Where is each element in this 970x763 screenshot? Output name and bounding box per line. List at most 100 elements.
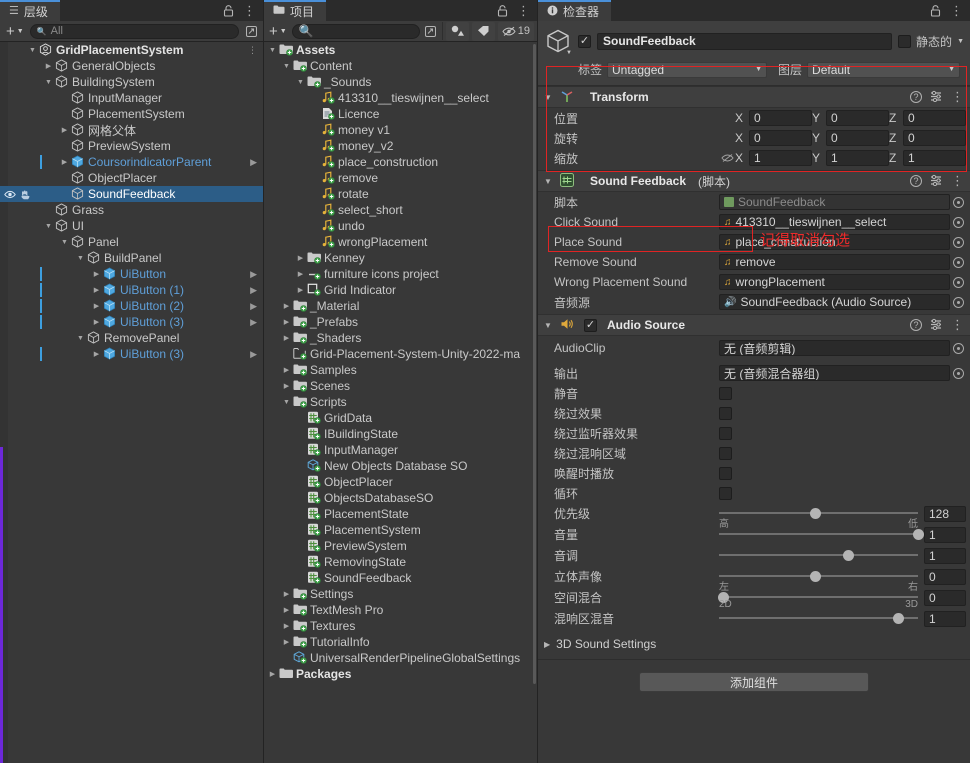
preset-icon[interactable]	[930, 174, 943, 189]
add-component-button[interactable]: 添加组件	[639, 672, 869, 692]
twisty-toggle[interactable]: ▶	[280, 302, 293, 310]
hierarchy-item-uibutton-3[interactable]: ▶ UiButton (3) ▶	[0, 346, 263, 362]
lock-icon[interactable]	[497, 4, 508, 17]
sound-field-value[interactable]: ♫ wrongPlacement	[719, 274, 950, 290]
twisty-toggle[interactable]: ▶	[58, 158, 71, 166]
audio-checkbox-循环[interactable]	[719, 486, 732, 500]
hierarchy-menu-icon[interactable]: ⋮	[243, 4, 256, 17]
twisty-toggle[interactable]: ▶	[280, 318, 293, 326]
project-item-413310-tieswijnen-select[interactable]: 413310__tieswijnen__select	[264, 90, 537, 106]
slider-value-input[interactable]: 1	[924, 547, 966, 564]
audio-source-enabled-checkbox[interactable]	[584, 318, 597, 332]
tab-inspector[interactable]: 检查器	[538, 0, 612, 21]
transform-旋转-Y-input[interactable]: 0	[826, 130, 889, 146]
chevron-right-icon[interactable]: ▶	[250, 157, 257, 168]
slider-音调[interactable]	[719, 545, 918, 566]
uniform-scale-icon[interactable]	[719, 153, 735, 163]
twisty-toggle[interactable]: ▶	[90, 318, 103, 326]
project-item-tutorialinfo[interactable]: ▶ TutorialInfo	[264, 634, 537, 650]
slider-音量[interactable]	[719, 524, 924, 545]
chevron-down-icon[interactable]: ▼	[544, 93, 554, 102]
project-item-textmesh-pro[interactable]: ▶ TextMesh Pro	[264, 602, 537, 618]
slider-value-input[interactable]: 1	[924, 610, 966, 627]
slider-knob[interactable]	[893, 613, 905, 624]
hierarchy-item-uibutton-2[interactable]: ▶ UiButton (2) ▶	[0, 298, 263, 314]
twisty-toggle[interactable]: ▶	[266, 670, 279, 678]
project-item-wrongplacement[interactable]: wrongPlacement	[264, 234, 537, 250]
twisty-toggle[interactable]: ▶	[280, 334, 293, 342]
chevron-down-icon[interactable]: ▼	[957, 38, 964, 45]
project-search-mode-button[interactable]	[423, 24, 439, 39]
hierarchy-item-grass[interactable]: Grass	[0, 202, 263, 218]
hierarchy-item-uibutton[interactable]: ▶ UiButton ▶	[0, 266, 263, 282]
project-item-textures[interactable]: ▶ Textures	[264, 618, 537, 634]
lock-icon[interactable]	[930, 4, 941, 17]
create-object-button[interactable]: + ▼	[4, 24, 26, 39]
project-item-furniture-icons-project[interactable]: ▶ furniture icons project	[264, 266, 537, 282]
transform-menu-icon[interactable]: ⋮	[951, 90, 964, 103]
chevron-right-icon[interactable]: ▶	[250, 285, 257, 296]
twisty-toggle[interactable]: ▼	[42, 79, 55, 86]
lock-icon[interactable]	[223, 4, 234, 17]
help-icon[interactable]: ?	[910, 91, 922, 103]
filter-by-type-button[interactable]	[445, 21, 469, 41]
project-item-shaders[interactable]: ▶ _Shaders	[264, 330, 537, 346]
transform-位置-Z-input[interactable]: 0	[903, 110, 966, 126]
twisty-toggle[interactable]: ▶	[280, 382, 293, 390]
preset-icon[interactable]	[930, 318, 943, 333]
project-item-select-short[interactable]: select_short	[264, 202, 537, 218]
slider-value-input[interactable]: 1	[924, 526, 966, 543]
project-item-previewsystem[interactable]: PreviewSystem	[264, 538, 537, 554]
project-search-input[interactable]: 🔍	[291, 23, 420, 39]
inspector-menu-icon[interactable]: ⋮	[950, 4, 963, 17]
chevron-down-icon[interactable]: ▼	[544, 177, 554, 186]
twisty-toggle[interactable]: ▼	[42, 223, 55, 230]
hierarchy-search-mode-button[interactable]	[243, 24, 259, 39]
project-item-sounds[interactable]: ▼ _Sounds	[264, 74, 537, 90]
twisty-toggle[interactable]: ▼	[74, 255, 87, 262]
project-item-objectsdatabaseso[interactable]: ObjectsDatabaseSO	[264, 490, 537, 506]
project-item-money-v1[interactable]: money v1	[264, 122, 537, 138]
object-picker-icon[interactable]	[950, 216, 966, 228]
hierarchy-item-uibutton-1[interactable]: ▶ UiButton (1) ▶	[0, 282, 263, 298]
audioclip-field[interactable]: 无 (音频剪辑)	[719, 340, 950, 356]
audio-checkbox-绕过效果[interactable]	[719, 406, 732, 420]
project-item-money-v2[interactable]: money_v2	[264, 138, 537, 154]
sound-field-value[interactable]: ♫ remove	[719, 254, 950, 270]
hierarchy-item-soundfeedback[interactable]: SoundFeedback	[0, 186, 263, 202]
gameobject-name-input[interactable]: SoundFeedback	[597, 32, 893, 50]
project-item-samples[interactable]: ▶ Samples	[264, 362, 537, 378]
hierarchy-item-buildpanel[interactable]: ▼ BuildPanel	[0, 250, 263, 266]
slider-混响区混音[interactable]	[719, 608, 918, 629]
slider-knob[interactable]	[913, 529, 924, 540]
project-scrollbar[interactable]	[533, 42, 537, 763]
transform-缩放-X-input[interactable]: 1	[749, 150, 812, 166]
audio-checkbox-绕过混响区域[interactable]	[719, 446, 732, 460]
twisty-toggle[interactable]: ▼	[58, 239, 71, 246]
hierarchy-search-input[interactable]: 🔍 All	[29, 23, 239, 39]
project-item-material[interactable]: ▶ _Material	[264, 298, 537, 314]
twisty-toggle[interactable]: ▼	[266, 47, 279, 54]
twisty-toggle[interactable]: ▼	[74, 335, 87, 342]
slider-knob[interactable]	[809, 571, 821, 582]
project-item-rotate[interactable]: rotate	[264, 186, 537, 202]
project-item-undo[interactable]: undo	[264, 218, 537, 234]
twisty-toggle[interactable]: ▶	[280, 638, 293, 646]
transform-缩放-Z-input[interactable]: 1	[903, 150, 966, 166]
twisty-toggle[interactable]: ▶	[294, 270, 307, 278]
project-item-grid-indicator[interactable]: ▶ Grid Indicator	[264, 282, 537, 298]
filter-by-label-button[interactable]	[471, 21, 495, 41]
hierarchy-item-gridplacementsystem[interactable]: ▼ GridPlacementSystem ⋮	[0, 42, 263, 58]
object-picker-icon[interactable]	[950, 256, 966, 268]
project-tree[interactable]: ▼ Assets ▼ Content ▼ _Sounds 413310__tieswijne…	[264, 42, 537, 763]
sound-field-value[interactable]: 🔊 SoundFeedback (Audio Source)	[719, 294, 950, 310]
hierarchy-item-[interactable]: ▶ 网格父体	[0, 122, 263, 138]
slider-value-input[interactable]: 128	[924, 505, 966, 522]
project-item-place-construction[interactable]: place_construction	[264, 154, 537, 170]
project-item-prefabs[interactable]: ▶ _Prefabs	[264, 314, 537, 330]
layer-dropdown[interactable]: Default ▼	[807, 61, 960, 78]
chevron-right-icon[interactable]: ▶	[250, 269, 257, 280]
transform-component-header[interactable]: ▼ Transform ? ⋮	[538, 86, 970, 108]
chevron-right-icon[interactable]: ▶	[250, 349, 257, 360]
twisty-toggle[interactable]: ▼	[26, 47, 39, 54]
